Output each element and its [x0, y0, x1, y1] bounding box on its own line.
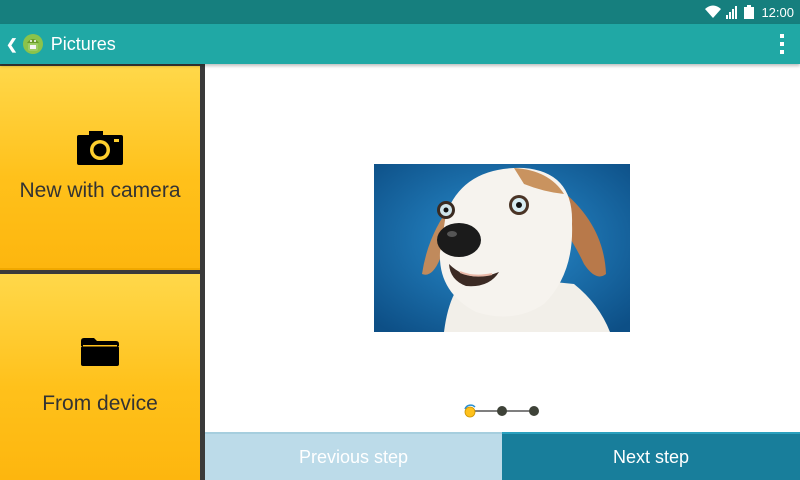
from-device-label: From device: [42, 392, 158, 415]
up-button[interactable]: ❮ Pictures: [0, 24, 116, 64]
signal-icon: [726, 6, 738, 19]
status-icons: 12:00: [704, 0, 794, 24]
new-with-camera-button[interactable]: New with camera: [0, 66, 200, 270]
source-panel: New with camera From device: [0, 64, 205, 480]
dog-photo-preview: [374, 164, 630, 332]
android-app-icon: [22, 34, 43, 54]
chevron-left-icon: ❮: [6, 35, 18, 52]
status-time: 12:00: [761, 4, 794, 20]
step-dot-1: [464, 406, 476, 418]
camera-icon: [77, 131, 123, 165]
action-bar: ❮ Pictures: [0, 24, 800, 64]
next-step-button[interactable]: Next step: [502, 432, 800, 480]
step-dot-2: [497, 406, 507, 416]
battery-icon: [744, 5, 755, 19]
step-indicator: [464, 404, 539, 418]
page-title: Pictures: [50, 33, 116, 54]
new-with-camera-label: New with camera: [19, 179, 181, 202]
status-bar: 12:00: [0, 0, 800, 24]
wifi-icon: [705, 5, 722, 18]
overflow-menu-icon[interactable]: [776, 34, 788, 54]
from-device-button[interactable]: From device: [0, 274, 200, 480]
previous-step-button[interactable]: Previous step: [205, 432, 502, 480]
step-dot-3: [529, 406, 539, 416]
main-content: [205, 64, 800, 432]
folder-icon: [81, 338, 119, 366]
